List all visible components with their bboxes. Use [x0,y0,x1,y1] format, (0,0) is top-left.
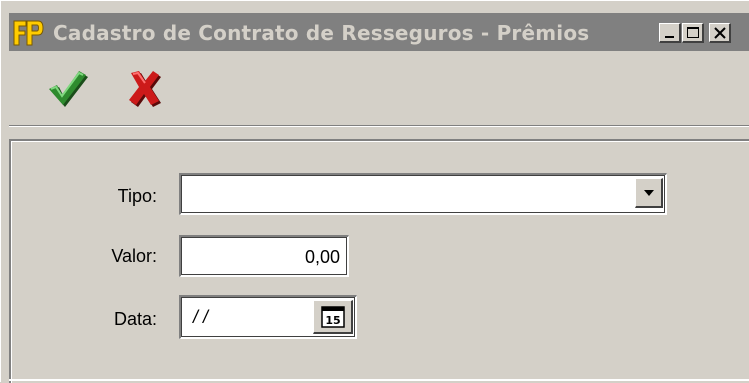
valor-value: 0,00 [304,247,340,267]
tipo-select[interactable] [179,173,667,215]
data-label: Data: [113,309,157,329]
maximize-icon [687,27,699,38]
minimize-icon [665,36,674,38]
close-icon [714,27,726,39]
chevron-down-icon [644,190,654,196]
maximize-button[interactable] [682,23,704,43]
title-bar[interactable]: Cadastro de Contrato de Resseguros - Prê… [9,13,749,51]
calendar-icon: 15 [321,306,345,328]
minimize-button[interactable] [659,23,681,43]
confirm-button[interactable] [43,65,89,111]
checkmark-icon [49,71,88,107]
toolbar [9,53,749,123]
valor-label: Valor: [111,246,157,266]
x-icon [129,71,161,107]
close-button[interactable] [709,23,731,43]
window-title: Cadastro de Contrato de Resseguros - Prê… [53,21,590,45]
cancel-button[interactable] [121,65,167,111]
app-icon [13,19,44,47]
tipo-dropdown-button[interactable] [635,178,663,208]
data-input[interactable]: / / 15 [179,295,357,339]
tipo-label: Tipo: [117,186,157,206]
form-panel: Tipo: Valor: 0,00 Data: / / 15 [9,139,749,383]
panel-bottom-edge [9,379,749,381]
valor-input[interactable]: 0,00 [179,235,349,277]
calendar-button[interactable]: 15 [313,300,353,334]
toolbar-separator-highlight [9,126,749,127]
window: Cadastro de Contrato de Resseguros - Prê… [0,0,749,383]
calendar-icon-text: 15 [325,314,340,327]
data-value: / / [193,307,209,327]
